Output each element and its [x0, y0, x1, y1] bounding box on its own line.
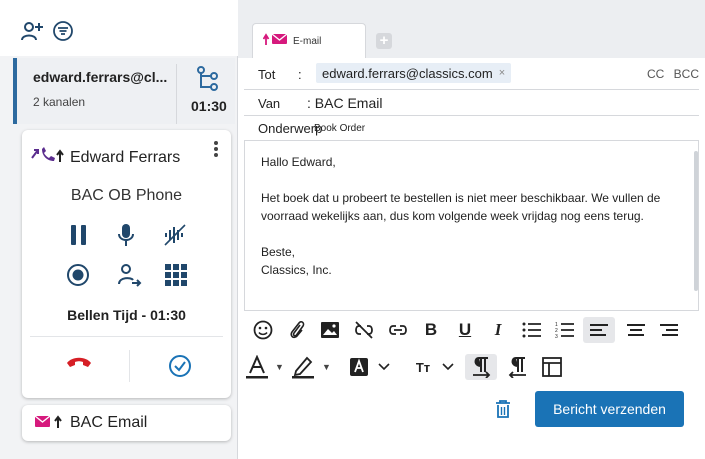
ltr-icon[interactable] — [465, 354, 497, 380]
to-separator: : — [298, 67, 302, 82]
attachment-icon[interactable] — [284, 317, 310, 343]
highlight-icon[interactable] — [290, 354, 316, 380]
svg-text:3: 3 — [555, 334, 558, 339]
remove-recipient-icon[interactable]: × — [499, 67, 505, 79]
more-options-icon[interactable] — [213, 140, 219, 161]
contact-name: Edward Ferrars — [70, 148, 181, 166]
add-tab-button[interactable]: + — [376, 33, 392, 49]
filter-icon[interactable] — [52, 20, 78, 44]
chevron-down-icon[interactable]: ▼ — [322, 362, 331, 372]
emoji-icon[interactable] — [250, 317, 276, 343]
hangup-icon[interactable] — [66, 355, 92, 374]
microphone-icon[interactable] — [114, 223, 138, 247]
font-size-icon[interactable]: Tт — [410, 354, 436, 380]
background-color-icon[interactable] — [346, 354, 372, 380]
align-center-icon[interactable] — [623, 317, 649, 343]
tab-bar: E-mail + — [238, 0, 705, 58]
transfer-icon[interactable] — [117, 263, 142, 287]
workflow-icon[interactable] — [197, 66, 219, 97]
underline-icon[interactable]: U — [452, 317, 478, 343]
to-label: Tot — [258, 67, 276, 82]
conversation-email: edward.ferrars@cl... — [33, 69, 168, 85]
call-header: Edward Ferrars — [30, 146, 180, 169]
message-body-text: Hallo Edward, Het boek dat u probeert te… — [261, 153, 691, 279]
pause-icon[interactable] — [67, 223, 91, 247]
align-left-icon[interactable] — [583, 317, 615, 343]
font-color-icon[interactable] — [244, 354, 270, 380]
italic-icon[interactable]: I — [485, 317, 511, 343]
unlink-icon[interactable] — [351, 317, 377, 343]
divider — [129, 350, 130, 382]
bcc-link[interactable]: BCC — [674, 67, 699, 81]
bold-icon[interactable]: B — [418, 317, 444, 343]
body-paragraph: Het boek dat u probeert te bestellen is … — [261, 191, 661, 223]
body-signature: Classics, Inc. — [261, 263, 332, 277]
rtl-icon[interactable] — [505, 354, 531, 380]
interaction-panel: edward.ferrars@cl... 2 kanalen 01:30 Edw… — [0, 0, 238, 459]
subject-field-row: Onderwerp Book Order — [244, 116, 699, 141]
dialpad-icon[interactable] — [164, 263, 188, 287]
add-contact-icon[interactable] — [20, 20, 46, 44]
image-icon[interactable] — [317, 317, 343, 343]
table-icon[interactable] — [539, 354, 565, 380]
chevron-down-icon[interactable]: ▼ — [275, 362, 284, 372]
email-composer: E-mail + Tot : edward.ferrars@classics.c… — [238, 0, 705, 459]
body-closing: Beste, — [261, 245, 296, 259]
from-value[interactable]: : BAC Email — [307, 95, 382, 111]
message-body-editor[interactable]: Hallo Edward, Het boek dat u probeert te… — [244, 141, 699, 311]
conversation-channel-count: 2 kanalen — [33, 95, 86, 109]
email-interaction-label: BAC Email — [70, 414, 148, 431]
link-icon[interactable] — [385, 317, 411, 343]
from-field-row: Van : BAC Email — [244, 90, 699, 116]
send-message-button[interactable]: Bericht verzenden — [535, 391, 684, 427]
chevron-down-icon[interactable] — [435, 354, 461, 380]
recipient-email: edward.ferrars@classics.com — [322, 65, 493, 81]
subject-label: Onderwerp — [258, 121, 323, 136]
chevron-down-icon[interactable] — [371, 354, 397, 380]
panel-toolbar — [0, 0, 238, 56]
call-channel-name: BAC OB Phone — [70, 187, 183, 204]
subject-input[interactable]: Book Order — [314, 123, 365, 134]
from-label: Van — [258, 96, 281, 111]
align-right-icon[interactable] — [656, 317, 682, 343]
call-timer: Bellen Tijd - 01:30 — [67, 307, 186, 323]
email-interaction-card[interactable]: BAC Email — [22, 405, 231, 441]
complete-check-icon[interactable] — [168, 354, 192, 383]
call-card: Edward Ferrars BAC OB Phone Bellen Tijd … — [22, 130, 231, 398]
delete-icon[interactable] — [495, 400, 511, 423]
cc-bcc-links: CC BCC — [647, 67, 699, 81]
outbound-email-icon — [262, 32, 289, 50]
divider — [176, 64, 177, 124]
scrollbar[interactable] — [694, 151, 698, 291]
bullet-list-icon[interactable] — [519, 317, 545, 343]
tab-label: E-mail — [293, 35, 322, 47]
cc-link[interactable]: CC — [647, 67, 664, 81]
tab-email[interactable]: E-mail — [252, 23, 366, 58]
record-icon[interactable] — [66, 263, 90, 287]
conversation-card[interactable]: edward.ferrars@cl... 2 kanalen 01:30 — [13, 58, 235, 124]
app-root: edward.ferrars@cl... 2 kanalen 01:30 Edw… — [0, 0, 705, 459]
body-greeting: Hallo Edward, — [261, 155, 336, 169]
divider — [30, 336, 223, 337]
conversation-time: 01:30 — [191, 98, 227, 114]
to-field-row: Tot : edward.ferrars@classics.com × CC B… — [244, 58, 699, 90]
outbound-email-icon — [34, 414, 64, 433]
recipient-chip[interactable]: edward.ferrars@classics.com × — [316, 63, 512, 83]
mute-audio-icon[interactable] — [163, 223, 187, 247]
outbound-call-icon — [30, 146, 64, 169]
numbered-list-icon[interactable]: 123 — [552, 317, 578, 343]
